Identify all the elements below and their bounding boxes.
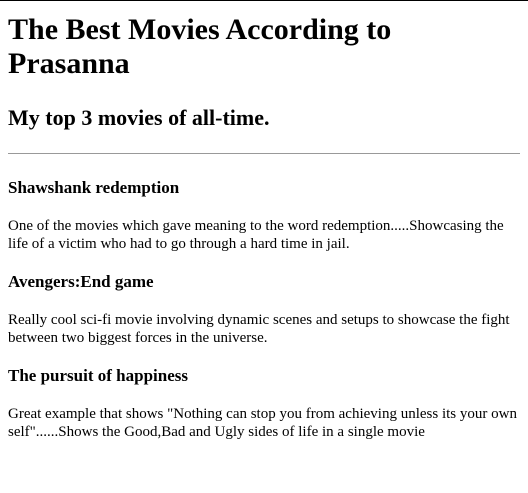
- movie-description-avengers: Really cool sci-fi movie involving dynam…: [8, 312, 510, 346]
- movie-title-shawshank: Shawshank redemption: [8, 178, 180, 197]
- page-title: The Best Movies According to Prasanna: [8, 13, 392, 80]
- page-subtitle: My top 3 movies of all-time.: [8, 105, 270, 130]
- movie-title-pursuit: The pursuit of happiness: [8, 366, 188, 385]
- movie-title-avengers: Avengers:End game: [8, 272, 154, 291]
- divider: [8, 153, 520, 154]
- page-content: The Best Movies According to Prasanna My…: [0, 0, 528, 441]
- movie-description-shawshank: One of the movies which gave meaning to …: [8, 218, 504, 252]
- movie-description-pursuit: Great example that shows "Nothing can st…: [8, 406, 517, 440]
